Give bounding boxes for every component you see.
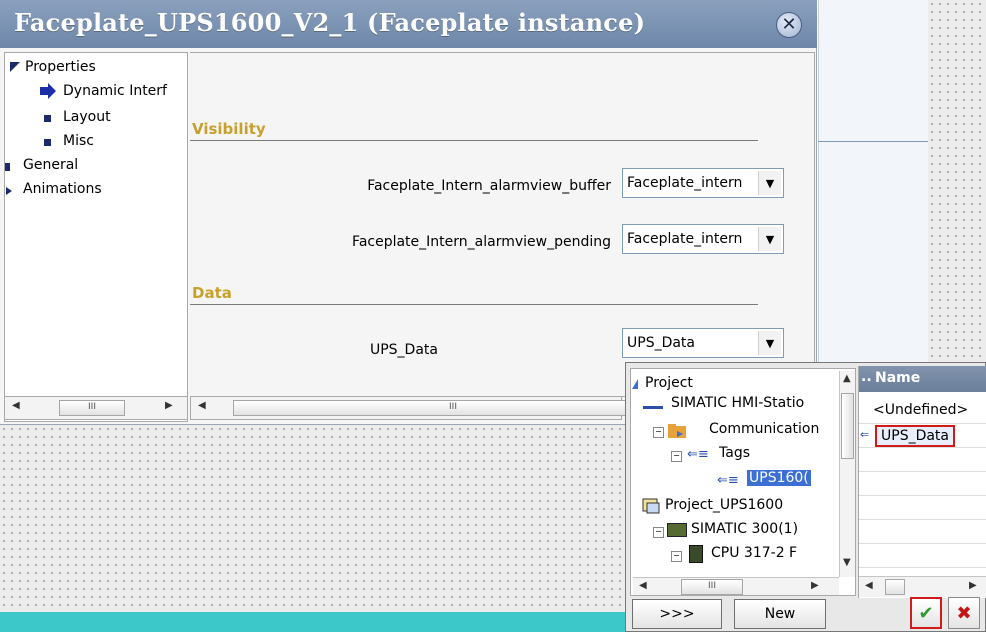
close-button[interactable]: ✕ [776, 12, 802, 38]
list-item-empty[interactable] [859, 448, 986, 472]
new-tag-button[interactable]: New [734, 599, 826, 629]
tree-item-dynamic-interface[interactable]: Dynamic Interf [63, 83, 167, 99]
list-item-label: UPS_Data [875, 425, 956, 447]
tree-item-hmi-station[interactable]: SIMATIC HMI-Statio [671, 395, 804, 411]
tree-item-layout[interactable]: Layout [63, 109, 111, 125]
project-icon [642, 498, 660, 514]
buffer-property-label: Faceplate_Intern_alarmview_buffer [367, 178, 611, 194]
section-data-heading: Data [192, 284, 232, 302]
scroll-right-icon[interactable]: ▶ [165, 400, 173, 411]
section-visibility-heading: Visibility [192, 120, 266, 138]
scroll-thumb[interactable]: III [681, 579, 743, 595]
ups-data-combobox-value: UPS_Data [627, 335, 696, 351]
cross-icon: ✖ [956, 602, 972, 624]
dialog-title: Faceplate_UPS1600_V2_1 (Faceplate instan… [14, 8, 646, 37]
buffer-combobox-value: Faceplate_intern [627, 175, 743, 191]
square-bullet-icon [44, 115, 51, 122]
grip-text: III [449, 402, 457, 412]
tag-selection-popup: Project SIMATIC HMI-Statio − Communicati… [625, 362, 986, 632]
confirm-button[interactable]: ✔ [910, 597, 942, 629]
scroll-thumb[interactable] [885, 579, 905, 595]
more-button[interactable]: >>> [632, 599, 722, 629]
tree-item-general[interactable]: General [23, 157, 78, 173]
list-horizontal-scrollbar[interactable]: ◀ ▶ [859, 576, 986, 597]
list-header-prefix: .. [861, 369, 872, 385]
tree-item-misc[interactable]: Misc [63, 133, 94, 149]
ups-data-combobox[interactable]: UPS_Data ▼ [622, 328, 784, 358]
list-item-label: <Undefined> [873, 402, 969, 418]
list-header-name: Name [875, 370, 921, 386]
section-divider [190, 140, 758, 141]
list-item-selected[interactable]: ⇐ UPS_Data [859, 424, 986, 448]
ups-data-property-label: UPS_Data [369, 342, 438, 358]
hmi-station-icon [643, 401, 663, 409]
scroll-left-icon[interactable]: ◀ [865, 580, 873, 591]
square-bullet-icon [5, 163, 10, 171]
chevron-down-icon[interactable]: ▼ [758, 227, 781, 251]
list-item-empty[interactable] [859, 544, 986, 568]
project-arrow-icon [632, 379, 638, 389]
scroll-down-icon[interactable]: ▼ [843, 557, 851, 568]
dialog-title-bar[interactable]: Faceplate_UPS1600_V2_1 (Faceplate instan… [0, 0, 817, 48]
canvas-object-strip[interactable] [0, 612, 625, 632]
collapse-box-icon: − [671, 451, 682, 462]
blue-arrow-icon [40, 83, 56, 99]
tags-icon: ⇐≡ [687, 447, 709, 462]
tree-item-project[interactable]: Project [645, 375, 693, 391]
chevron-down-icon[interactable]: ▼ [758, 331, 781, 355]
grip-text: III [88, 402, 96, 412]
panel-horizontal-scrollbar[interactable]: ◀ III [190, 396, 673, 420]
scroll-left-icon[interactable]: ◀ [639, 580, 647, 591]
folder-icon [668, 424, 686, 438]
properties-tree: Properties Dynamic Interf Layout Misc Ge… [4, 52, 188, 422]
scroll-thumb[interactable] [841, 393, 854, 459]
grip-text: III [708, 581, 716, 591]
list-item-empty[interactable] [859, 496, 986, 520]
scroll-left-icon[interactable]: ◀ [198, 400, 206, 411]
pending-combobox[interactable]: Faceplate_intern ▼ [622, 224, 784, 254]
scroll-up-icon[interactable]: ▲ [843, 373, 851, 384]
buffer-combobox[interactable]: Faceplate_intern ▼ [622, 168, 784, 198]
square-bullet-icon [44, 139, 51, 146]
tree-item-ups1600-selected[interactable]: UPS160( [747, 470, 811, 486]
list-item-empty[interactable] [859, 520, 986, 544]
tree-item-simatic-300[interactable]: SIMATIC 300(1) [691, 521, 798, 537]
tree-item-animations[interactable]: Animations [23, 181, 102, 197]
section-divider [190, 304, 758, 305]
tag-icon: ⇐ [860, 428, 870, 441]
cpu-icon [689, 545, 703, 563]
tree-item-communication[interactable]: Communication [709, 421, 819, 437]
scroll-left-icon[interactable]: ◀ [12, 400, 20, 411]
scroll-right-icon[interactable]: ▶ [811, 580, 819, 591]
collapsed-triangle-icon [6, 187, 12, 195]
tree-vertical-scrollbar[interactable]: ▲ ▼ [839, 371, 855, 577]
close-icon: ✕ [781, 14, 797, 35]
tree-item-project-ups1600[interactable]: Project_UPS1600 [665, 497, 783, 513]
list-item-empty[interactable] [859, 472, 986, 496]
collapse-box-icon: − [653, 527, 664, 538]
plc-station-icon [667, 523, 687, 537]
tree-horizontal-scrollbar[interactable]: ◀ III ▶ [633, 577, 839, 595]
tag-list: .. Name <Undefined> ⇐ UPS_Data ◀ ▶ [858, 366, 986, 598]
checkmark-icon: ✔ [918, 602, 934, 624]
tree-horizontal-scrollbar[interactable]: ◀ III ▶ [4, 396, 188, 420]
project-tree: Project SIMATIC HMI-Statio − Communicati… [630, 368, 856, 596]
collapse-box-icon: − [671, 551, 682, 562]
expanded-triangle-icon [10, 62, 20, 72]
list-header[interactable]: .. Name [859, 366, 986, 392]
pending-property-label: Faceplate_Intern_alarmview_pending [352, 234, 611, 250]
tag-icon: ⇐≡ [717, 473, 739, 488]
tree-item-properties[interactable]: Properties [25, 59, 96, 75]
scroll-thumb[interactable]: III [233, 400, 673, 416]
collapse-box-icon: − [653, 427, 664, 438]
cancel-button[interactable]: ✖ [948, 597, 980, 629]
tree-item-tags[interactable]: Tags [719, 445, 750, 461]
pending-combobox-value: Faceplate_intern [627, 231, 743, 247]
canvas-guide-line [818, 141, 928, 142]
list-item[interactable]: <Undefined> [859, 400, 986, 424]
tree-item-cpu[interactable]: CPU 317-2 F [711, 545, 797, 561]
chevron-down-icon[interactable]: ▼ [758, 171, 781, 195]
scroll-right-icon[interactable]: ▶ [969, 580, 977, 591]
scroll-thumb[interactable]: III [59, 400, 125, 416]
